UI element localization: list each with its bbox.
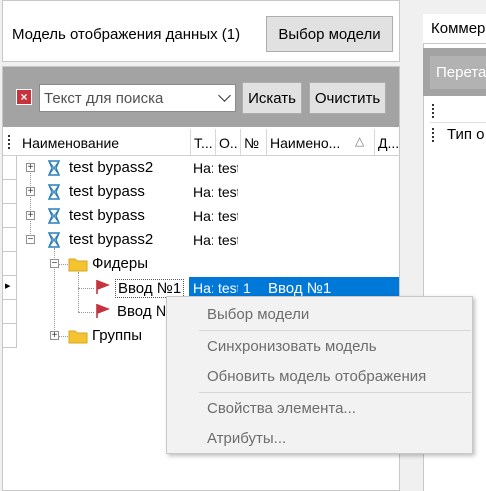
cell-t: На: [193,280,213,296]
tree-item-label[interactable]: Ввод № [117,303,172,320]
row-header[interactable] [3,300,17,324]
menu-item-attributes[interactable]: Атрибуты... [207,430,286,447]
feeder-flag-icon [96,304,110,318]
column-header-o[interactable]: О... [219,135,239,151]
search-input[interactable] [40,85,214,111]
column-header-type[interactable]: Тип о [447,126,485,143]
cell-name2: Ввод №1 [268,280,332,297]
column-header-name2[interactable]: Наимено... [270,135,350,151]
cell-o: test [218,184,238,200]
context-menu: Выбор модели Синхронизовать модель Обнов… [166,296,473,454]
menu-item-select-model[interactable]: Выбор модели [207,306,309,323]
cell-t: На: [193,232,213,248]
row-header[interactable] [3,252,17,276]
menu-item-refresh-model[interactable]: Обновить модель отображения [207,368,426,385]
cell-t: На: [193,208,213,224]
clear-button[interactable]: Очистить [309,82,386,114]
drag-button[interactable]: Перета [430,56,486,89]
tree-item-label[interactable]: test bypass [69,207,145,224]
cell-o: test [218,280,238,296]
cell-o: test [218,208,238,224]
row-header[interactable] [3,228,17,252]
select-model-button[interactable]: Выбор модели [266,16,393,52]
collapse-icon[interactable]: − [26,235,35,245]
cell-t: На: [193,160,213,176]
tree-item-label[interactable]: test bypass [69,183,145,200]
current-row-icon: ▸ [5,280,11,292]
clear-search-icon[interactable]: × [16,89,32,105]
cell-t: На: [193,184,213,200]
menu-item-properties[interactable]: Свойства элемента... [207,400,356,417]
collapse-icon[interactable]: − [50,259,59,269]
column-header-name[interactable]: Наименование [22,135,187,151]
model-title: Модель отображения данных (1) [12,26,241,43]
row-header[interactable] [3,324,17,348]
substation-icon [47,232,61,248]
substation-icon [47,208,61,224]
column-header-number[interactable]: № [244,135,264,151]
tree-item-label[interactable]: Группы [92,327,142,344]
expand-icon[interactable]: + [26,163,35,173]
tab-commercial[interactable]: Коммер [423,14,486,44]
chevron-down-icon[interactable] [218,89,231,102]
column-header-d[interactable]: Д... [378,135,398,151]
tree-item-label[interactable]: test bypass2 [69,231,153,248]
grid-header: Наименование Т... О... № Наимено... △ Д.… [3,129,399,156]
row-header-current[interactable]: ▸ [3,276,17,300]
menu-item-sync-model[interactable]: Синхронизовать модель [207,338,377,355]
search-button[interactable]: Искать [242,82,302,114]
cell-number: 1 [243,280,251,296]
cell-o: test [218,160,238,176]
expand-icon[interactable]: + [50,331,59,341]
row-header[interactable] [3,204,17,228]
tree-item-label[interactable]: Фидеры [92,255,148,272]
folder-icon [68,258,88,272]
row-header[interactable] [3,156,17,180]
right-grid-header: Тип о [430,124,486,148]
column-header-t[interactable]: Т... [194,135,214,151]
substation-icon [47,184,61,200]
column-chooser-icon[interactable] [432,128,435,142]
row-header[interactable] [3,180,17,204]
tree-item-label[interactable]: test bypass2 [69,159,153,176]
sort-ascending-icon: △ [355,134,365,148]
search-combobox[interactable] [39,84,236,112]
folder-icon [68,330,88,344]
right-grid-row [430,100,486,123]
expand-icon[interactable]: + [26,187,35,197]
cell-o: test [218,232,238,248]
expand-icon[interactable]: + [26,211,35,221]
substation-icon [47,160,61,176]
column-chooser-icon[interactable] [8,135,11,149]
column-chooser-icon[interactable] [432,104,435,118]
feeder-flag-icon [96,280,110,294]
